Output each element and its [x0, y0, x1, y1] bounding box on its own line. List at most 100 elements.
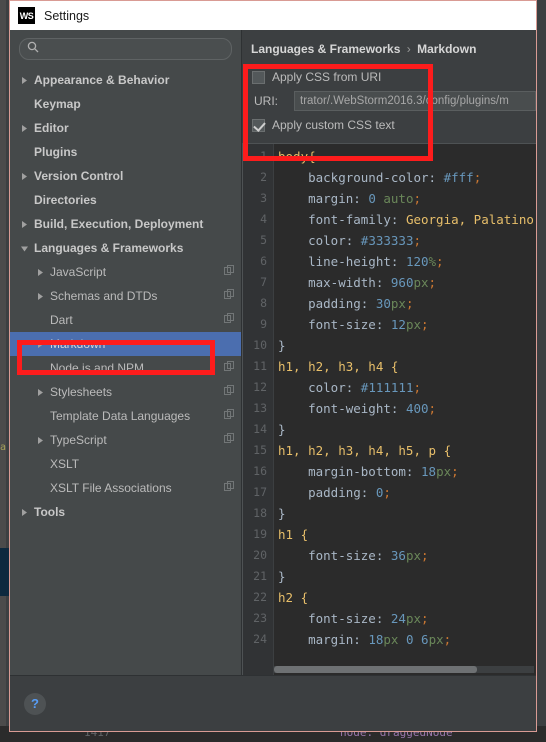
code-token: px	[390, 296, 406, 311]
code-token: }	[278, 422, 286, 437]
breadcrumb-current: Markdown	[417, 42, 477, 56]
sidebar-item-languages-frameworks[interactable]: Languages & Frameworks	[10, 236, 241, 260]
search-input[interactable]	[39, 43, 231, 55]
code-token: color:	[278, 380, 361, 395]
code-token: }	[278, 569, 286, 584]
editor-code-line: margin: 0 auto;	[274, 188, 536, 209]
sidebar-item-stylesheets[interactable]: Stylesheets	[10, 380, 241, 404]
chevron-right-icon[interactable]	[20, 220, 29, 229]
chevron-right-icon[interactable]	[20, 76, 29, 85]
code-token: h1 {	[278, 527, 309, 542]
apply-custom-css-text-checkbox[interactable]	[252, 118, 265, 132]
editor-code-line: padding: 0;	[274, 482, 536, 503]
sidebar-item-schemas-and-dtds[interactable]: Schemas and DTDs	[10, 284, 241, 308]
uri-input[interactable]: trator/.WebStorm2016.3/config/plugins/m	[294, 91, 536, 111]
uri-row: URI: trator/.WebStorm2016.3/config/plugi…	[242, 88, 536, 114]
code-token: ;	[413, 380, 422, 395]
apply-css-from-uri-row[interactable]: Apply CSS from URI	[242, 66, 536, 88]
sidebar-item-editor[interactable]: Editor	[10, 116, 241, 140]
search-box[interactable]	[19, 38, 232, 60]
chevron-right-icon[interactable]	[20, 172, 29, 181]
apply-css-from-uri-label: Apply CSS from URI	[272, 70, 382, 84]
copy-settings-icon[interactable]	[224, 287, 235, 305]
sidebar-item-directories[interactable]: Directories	[10, 188, 241, 212]
chevron-right-icon[interactable]	[36, 292, 45, 301]
chevron-down-icon[interactable]	[20, 244, 29, 253]
editor-code-line: font-size: 12px;	[274, 314, 536, 335]
sidebar-item-dart[interactable]: Dart	[10, 308, 241, 332]
help-button[interactable]: ?	[24, 692, 46, 715]
sidebar-item-plugins[interactable]: Plugins	[10, 140, 241, 164]
code-token: ;	[473, 170, 482, 185]
editor-line-number: 19	[253, 527, 267, 541]
sidebar-item-tools[interactable]: Tools	[10, 500, 241, 524]
code-token: ;	[421, 548, 429, 563]
editor-horizontal-scrollbar[interactable]	[274, 666, 534, 673]
sidebar-item-label: TypeScript	[50, 433, 107, 447]
code-token: px	[413, 275, 429, 290]
apply-custom-css-text-row[interactable]: Apply custom CSS text	[242, 114, 536, 136]
sidebar-item-keymap[interactable]: Keymap	[10, 92, 241, 116]
code-token: h1, h2, h3, h4 {	[278, 359, 399, 374]
editor-line-number: 16	[253, 464, 267, 478]
sidebar-item-label: Languages & Frameworks	[34, 241, 184, 255]
sidebar-item-appearance-behavior[interactable]: Appearance & Behavior	[10, 68, 241, 92]
dialog-title: Settings	[44, 8, 90, 23]
code-token: padding:	[278, 485, 376, 500]
background-ide-gutter-char: a	[0, 442, 7, 453]
copy-settings-icon[interactable]	[224, 479, 235, 497]
code-token: 36	[390, 548, 406, 563]
editor-code-line: font-size: 24px;	[274, 608, 536, 629]
code-token: 24	[390, 611, 406, 626]
sidebar-item-node-js-and-npm[interactable]: Node.js and NPM	[10, 356, 241, 380]
sidebar-item-xslt[interactable]: XSLT	[10, 452, 241, 476]
background-ide-left-strip	[0, 0, 6, 742]
chevron-right-icon[interactable]	[20, 124, 29, 133]
editor-line-number: 9	[260, 317, 267, 331]
uri-input-value: trator/.WebStorm2016.3/config/plugins/m	[300, 95, 509, 107]
editor-horizontal-scrollbar-thumb[interactable]	[274, 666, 477, 673]
sidebar-item-version-control[interactable]: Version Control	[10, 164, 241, 188]
code-token: 120	[405, 254, 429, 269]
chevron-right-icon[interactable]	[20, 508, 29, 517]
sidebar-item-javascript[interactable]: JavaScript	[10, 260, 241, 284]
editor-line-number: 2	[260, 170, 267, 184]
breadcrumb-parent[interactable]: Languages & Frameworks	[251, 42, 400, 56]
sidebar-item-label: Schemas and DTDs	[50, 289, 158, 303]
editor-code-area[interactable]: body{ background-color: #fff; margin: 0 …	[274, 144, 536, 675]
chevron-right-icon[interactable]	[36, 340, 45, 349]
copy-settings-icon[interactable]	[224, 383, 235, 401]
sidebar-item-markdown[interactable]: Markdown	[10, 332, 241, 356]
code-token: auto	[383, 191, 414, 206]
settings-dialog: WS Settings Appearance & Behavior Keymap E…	[9, 0, 537, 732]
editor-line-number-gutter: 1 2 3 4 5 6 7 8 9 10 11 12 13 14 15 16 17 18 19 20 21 22 23 24	[243, 144, 274, 675]
copy-settings-icon[interactable]	[224, 263, 235, 281]
breadcrumb-separator-icon: ›	[406, 42, 411, 56]
code-token: px	[436, 464, 452, 479]
editor-line-number: 21	[253, 569, 267, 583]
sidebar-item-template-data-languages[interactable]: Template Data Languages	[10, 404, 241, 428]
copy-settings-icon[interactable]	[224, 311, 235, 329]
chevron-right-icon[interactable]	[36, 268, 45, 277]
copy-settings-icon[interactable]	[224, 359, 235, 377]
css-code-editor[interactable]: 1 2 3 4 5 6 7 8 9 10 11 12 13 14 15 16 17 18 19 20 21 22 23 24 …	[242, 143, 536, 675]
chevron-right-icon[interactable]	[36, 436, 45, 445]
sidebar-item-build-execution-deployment[interactable]: Build, Execution, Deployment	[10, 212, 241, 236]
editor-code-line: background-color: #fff;	[274, 167, 536, 188]
code-token: 960	[390, 275, 414, 290]
sidebar-item-xslt-file-associations[interactable]: XSLT File Associations	[10, 476, 241, 500]
settings-detail-pane: Languages & Frameworks › Markdown Apply …	[242, 30, 536, 675]
breadcrumb: Languages & Frameworks › Markdown	[242, 30, 536, 66]
apply-css-from-uri-checkbox[interactable]	[252, 70, 265, 84]
code-token: margin-bottom:	[278, 464, 421, 479]
code-token: Georgia, Palatino	[405, 212, 534, 227]
editor-code-line: line-height: 120%;	[274, 251, 536, 272]
code-token: }	[278, 506, 286, 521]
copy-settings-icon[interactable]	[224, 431, 235, 449]
copy-settings-icon[interactable]	[224, 407, 235, 425]
sidebar-item-typescript[interactable]: TypeScript	[10, 428, 241, 452]
chevron-right-icon[interactable]	[36, 388, 45, 397]
dialog-body: Appearance & Behavior Keymap Editor Plugins…	[10, 30, 536, 675]
